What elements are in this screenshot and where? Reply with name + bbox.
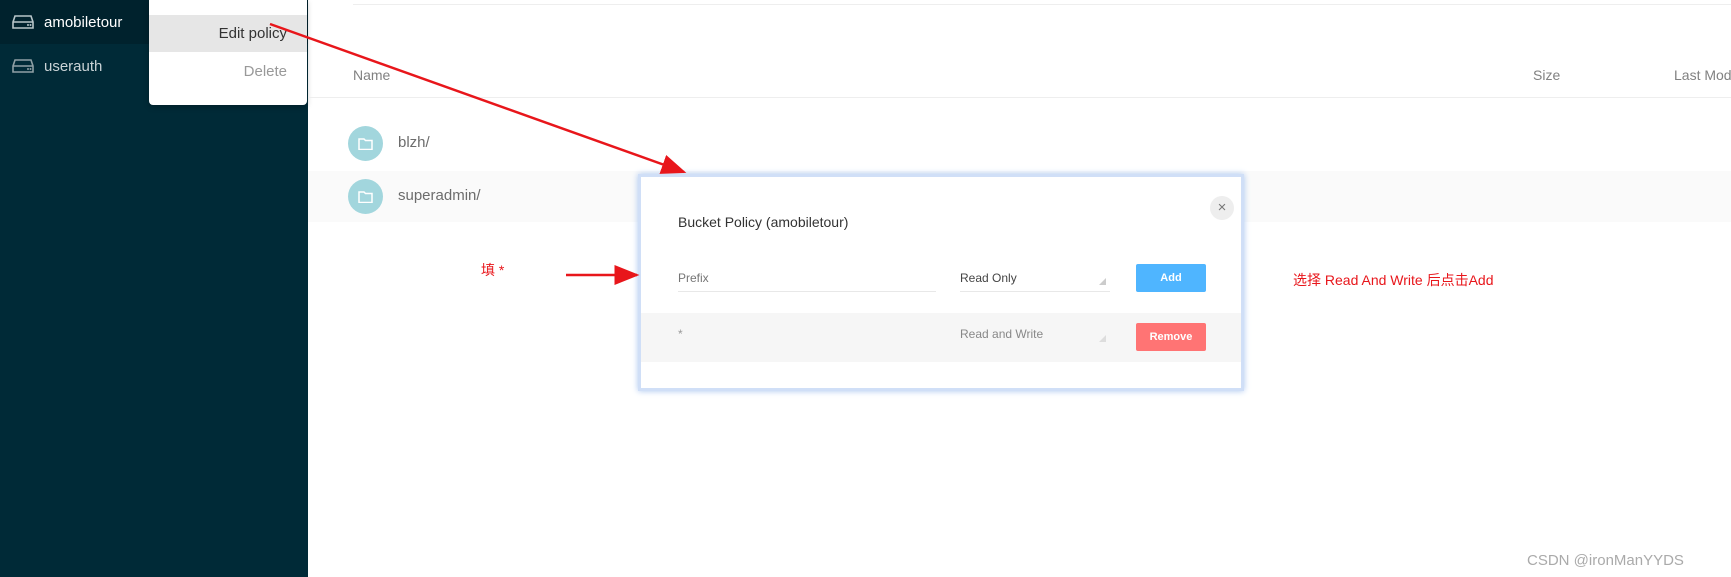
annotation-select-note: 选择 Read And Write 后点击Add [1293,272,1494,288]
watermark: CSDN @ironManYYDS [1527,552,1684,569]
arrow-edit-policy-to-dialog [269,22,687,174]
annotation-fill-note: 填 * [481,262,505,278]
